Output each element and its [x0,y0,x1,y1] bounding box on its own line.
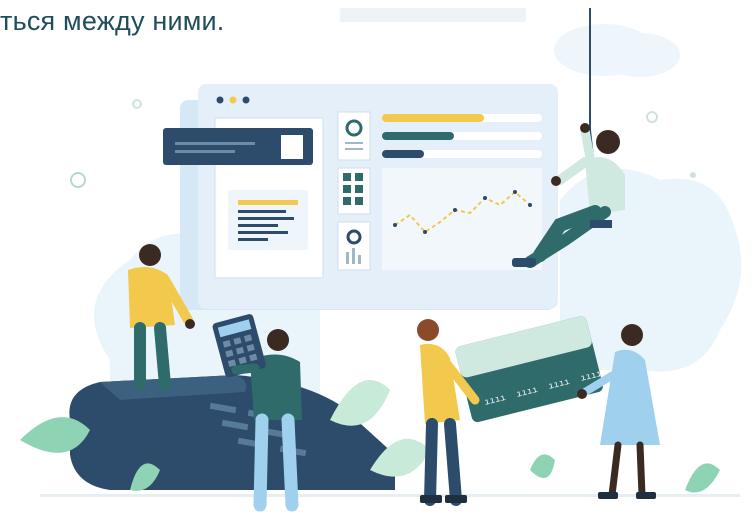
ground-line [40,494,740,497]
payment-illustration: ıııı ıııı ıııı ıııı [20,8,742,512]
payment-terminal-icon [69,375,395,490]
grid-icon [337,167,371,215]
credit-card-icon: ıııı ıııı ıııı ıııı [455,316,603,423]
dashboard-window-icon [163,84,558,310]
